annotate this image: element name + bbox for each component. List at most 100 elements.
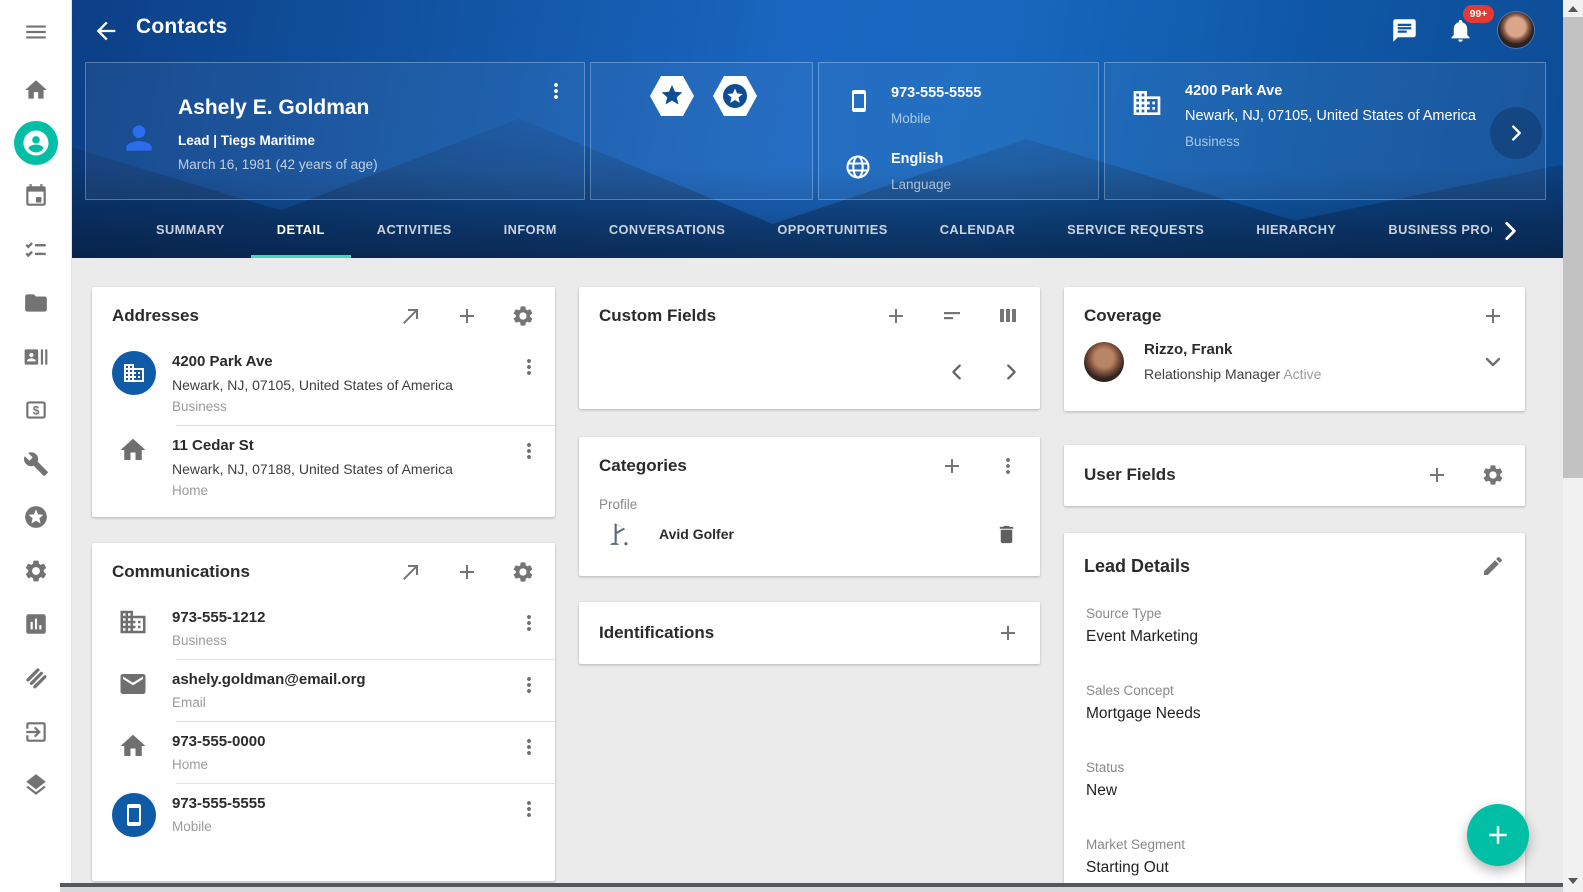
row-kebab-menu-icon[interactable] [517, 611, 541, 635]
scrollbar-up-arrow[interactable] [1563, 0, 1583, 17]
primary-phone-label: Mobile [891, 111, 931, 126]
categories-card: Categories Profile Avid Golfer [579, 437, 1040, 576]
coverage-row[interactable]: Rizzo, Frank Relationship Manager Active [1064, 341, 1525, 382]
scrollbar-thumb[interactable] [1563, 17, 1583, 478]
add-fab-button[interactable] [1467, 804, 1529, 866]
expand-chevron-down-icon[interactable] [1481, 350, 1505, 374]
add-communication-icon[interactable] [455, 560, 479, 584]
app-bar: Contacts 99+ [72, 0, 1563, 60]
sidebar-item-layers[interactable] [0, 765, 72, 805]
sidebar-item-reports[interactable] [0, 604, 72, 644]
communication-row[interactable]: 973-555-1212 Business [92, 598, 555, 659]
row-kebab-menu-icon[interactable] [517, 673, 541, 697]
open-in-new-icon[interactable] [399, 304, 423, 328]
communication-label: Mobile [172, 819, 517, 834]
menu-icon[interactable] [0, 12, 72, 52]
custom-fields-title: Custom Fields [599, 306, 852, 326]
sort-icon[interactable] [940, 304, 964, 328]
lead-details-title: Lead Details [1084, 556, 1449, 577]
row-kebab-menu-icon[interactable] [517, 439, 541, 463]
mobile-phone-icon [847, 89, 871, 113]
coverage-avatar [1084, 342, 1124, 382]
sidebar-item-settings[interactable] [0, 551, 72, 591]
tab-inform[interactable]: Inform [478, 205, 583, 258]
hexagon-star-badge-icon[interactable] [649, 75, 695, 117]
open-in-new-icon[interactable] [399, 560, 423, 584]
sidebar-item-deals[interactable] [0, 658, 72, 698]
category-row[interactable]: Avid Golfer [579, 521, 1040, 547]
tab-hierarchy[interactable]: Hierarchy [1230, 205, 1362, 258]
page-next-chevron-icon[interactable] [1000, 361, 1022, 383]
communication-label: Email [172, 695, 517, 710]
add-user-field-icon[interactable] [1425, 463, 1449, 487]
address-row[interactable]: 11 Cedar St Newark, NJ, 07188, United St… [92, 426, 555, 509]
golf-flag-icon [607, 521, 633, 547]
tabs-scroll-chevron-icon[interactable] [1497, 218, 1523, 244]
language-label: Language [891, 177, 951, 192]
user-fields-settings-gear-icon[interactable] [1481, 463, 1505, 487]
field-value: Event Marketing [1086, 628, 1505, 646]
tab-summary[interactable]: Summary [130, 205, 251, 258]
page-previous-chevron-icon[interactable] [946, 361, 968, 383]
user-fields-card: User Fields [1064, 445, 1525, 506]
hero-next-chevron-icon[interactable] [1490, 107, 1542, 159]
tab-activities[interactable]: Activities [351, 205, 478, 258]
view-columns-icon[interactable] [996, 304, 1020, 328]
tab-detail[interactable]: Detail [251, 205, 351, 258]
field-value: Starting Out [1086, 859, 1505, 877]
tab-opportunities[interactable]: Opportunities [751, 205, 913, 258]
primary-address-panel: 4200 Park Ave Newark, NJ, 07105, United … [1104, 62, 1546, 200]
add-address-icon[interactable] [455, 304, 479, 328]
sidebar-item-favorites[interactable] [0, 497, 72, 537]
add-identification-icon[interactable] [996, 621, 1020, 645]
sidebar-item-home[interactable] [0, 70, 72, 110]
delete-trash-icon[interactable] [995, 523, 1018, 546]
sidebar-item-contacts[interactable] [0, 120, 72, 166]
tab-service-requests[interactable]: Service Requests [1041, 205, 1230, 258]
window-bottom-strip [60, 887, 1563, 892]
identifications-card: Identifications [579, 602, 1040, 664]
contact-kebab-menu-icon[interactable] [544, 79, 568, 103]
hexagon-circled-star-badge-icon[interactable] [712, 75, 758, 117]
user-avatar[interactable] [1498, 12, 1534, 48]
address-line2: Newark, NJ, 07188, United States of Amer… [172, 461, 460, 477]
back-arrow-icon[interactable] [92, 17, 120, 45]
edit-pencil-icon[interactable] [1481, 554, 1505, 578]
row-kebab-menu-icon[interactable] [517, 355, 541, 379]
sidebar-item-exit[interactable] [0, 712, 72, 752]
sidebar-item-documents[interactable] [0, 283, 72, 323]
tab-calendar[interactable]: Calendar [914, 205, 1041, 258]
category-label: Avid Golfer [659, 526, 995, 542]
user-fields-title: User Fields [1084, 465, 1393, 485]
tab-conversations[interactable]: Conversations [583, 205, 752, 258]
page-title: Contacts [136, 15, 227, 39]
communication-row[interactable]: 973-555-0000 Home [92, 722, 555, 783]
coverage-card: Coverage Rizzo, Frank Relationship Manag… [1064, 287, 1525, 411]
sidebar-item-tools[interactable] [0, 444, 72, 484]
sidebar-item-calendar[interactable] [0, 176, 72, 216]
sidebar-item-directory[interactable] [0, 337, 72, 377]
communication-row[interactable]: ashely.goldman@email.org Email [92, 660, 555, 721]
addresses-settings-gear-icon[interactable] [511, 304, 535, 328]
scrollbar-down-arrow[interactable] [1563, 872, 1583, 889]
address-line2: Newark, NJ, 07105, United States of Amer… [172, 377, 460, 393]
tab-business-processes[interactable]: Business Processes [1362, 205, 1492, 258]
chat-icon[interactable] [1391, 17, 1418, 44]
coverage-role: Relationship Manager Active [1144, 366, 1481, 382]
address-type-label: Business [172, 399, 517, 414]
row-kebab-menu-icon[interactable] [517, 735, 541, 759]
communications-settings-gear-icon[interactable] [511, 560, 535, 584]
communication-row[interactable]: 973-555-5555 Mobile [92, 784, 555, 848]
add-custom-field-icon[interactable] [884, 304, 908, 328]
add-category-icon[interactable] [940, 454, 964, 478]
contact-name: Ashely E. Goldman [178, 96, 369, 120]
row-kebab-menu-icon[interactable] [517, 797, 541, 821]
sidebar-item-billing[interactable]: $ [0, 390, 72, 430]
add-coverage-icon[interactable] [1481, 304, 1505, 328]
address-row[interactable]: 4200 Park Ave Newark, NJ, 07105, United … [92, 342, 555, 425]
categories-kebab-menu-icon[interactable] [996, 454, 1020, 478]
vertical-scrollbar[interactable] [1563, 0, 1583, 892]
field-label: Source Type [1086, 606, 1505, 621]
email-envelope-icon [118, 669, 145, 696]
sidebar-item-tasks[interactable] [0, 230, 72, 270]
